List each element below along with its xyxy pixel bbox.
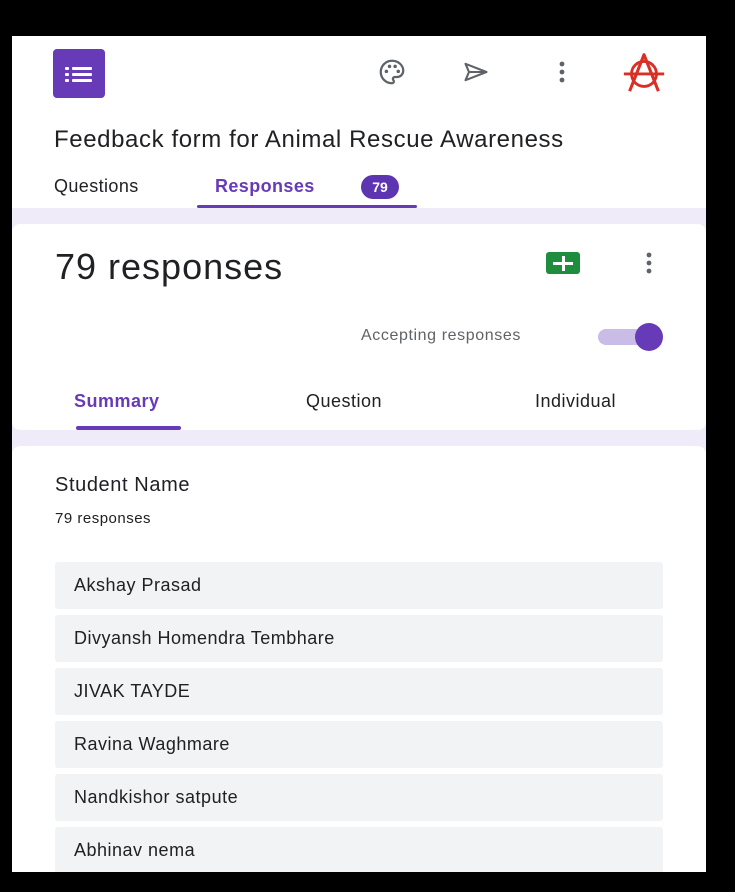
palette-icon[interactable]: [374, 54, 410, 90]
question-summary-card: Student Name 79 responses Akshay Prasad …: [12, 446, 706, 872]
list-item: JIVAK TAYDE: [55, 668, 663, 715]
tab-individual[interactable]: Individual: [535, 391, 616, 412]
responses-count-badge: 79: [361, 175, 399, 199]
responses-count-heading: 79 responses: [55, 246, 284, 287]
active-tab-indicator: [197, 205, 417, 208]
responses-summary-card: 79 responses Accepting responses Summary…: [12, 224, 706, 430]
send-icon[interactable]: [458, 54, 494, 90]
list-item: Abhinav nema: [55, 827, 663, 872]
more-vert-icon[interactable]: [544, 54, 580, 90]
list-item: Nandkishor satpute: [55, 774, 663, 821]
question-title: Student Name: [55, 474, 191, 496]
tab-summary[interactable]: Summary: [74, 391, 160, 412]
accepting-responses-label: Accepting responses: [361, 327, 521, 344]
tab-question[interactable]: Question: [306, 391, 382, 412]
responses-more-icon[interactable]: [637, 248, 661, 278]
tab-responses[interactable]: Responses: [215, 176, 315, 197]
link-to-sheets-icon[interactable]: [546, 252, 580, 274]
app-bar: Feedback form for Animal Rescue Awarenes…: [12, 36, 706, 208]
question-response-count: 79 responses: [55, 510, 152, 527]
form-title: Feedback form for Animal Rescue Awarenes…: [54, 126, 564, 153]
summary-tab-indicator: [76, 426, 181, 430]
list-item: Divyansh Homendra Tembhare: [55, 615, 663, 662]
tab-questions[interactable]: Questions: [54, 176, 139, 197]
forms-logo-icon[interactable]: [53, 49, 105, 98]
list-item: Ravina Waghmare: [55, 721, 663, 768]
forms-app-screen: Feedback form for Animal Rescue Awarenes…: [12, 36, 706, 872]
list-item: Akshay Prasad: [55, 562, 663, 609]
account-avatar[interactable]: [620, 50, 668, 94]
answer-list: Akshay Prasad Divyansh Homendra Tembhare…: [55, 562, 663, 872]
accepting-responses-toggle[interactable]: [598, 323, 666, 351]
